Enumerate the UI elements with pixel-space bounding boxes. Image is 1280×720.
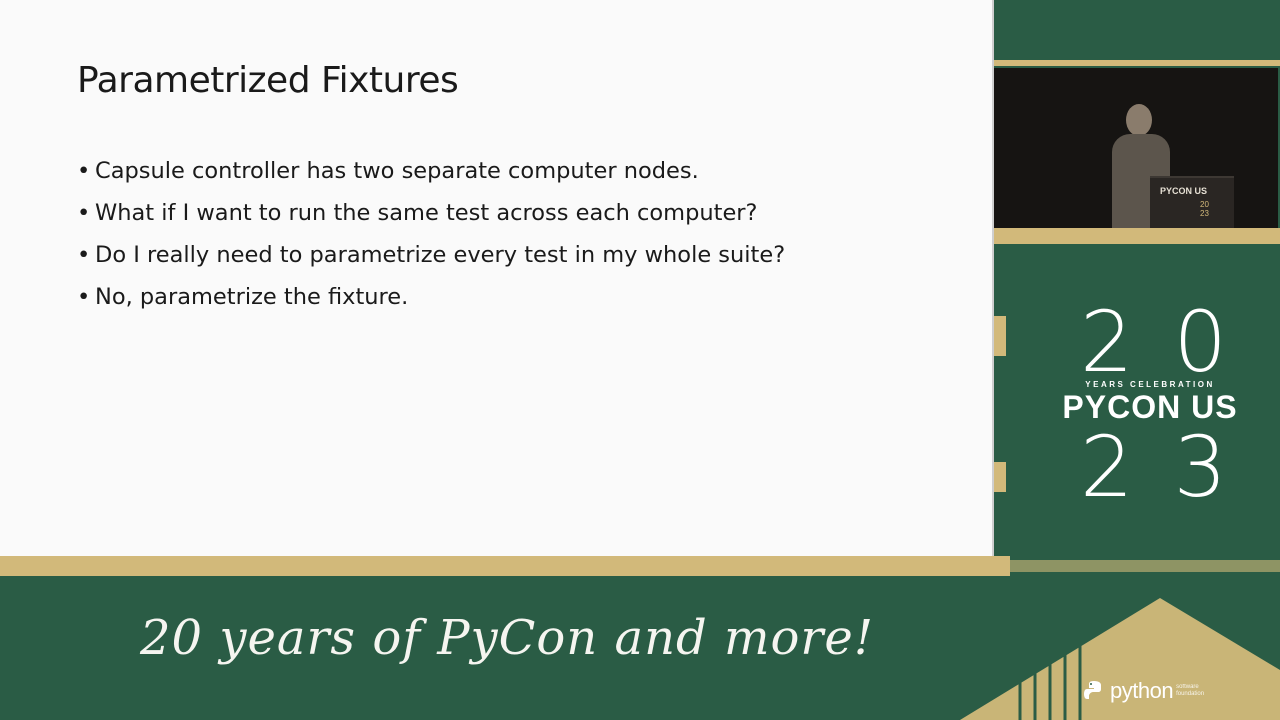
presentation-slide: Parametrized Fixtures • Capsule controlle…: [0, 0, 994, 556]
pycon-brand: 20 YEARS CELEBRATION PYCON US 23: [1050, 300, 1250, 509]
gold-stripe-side: [994, 316, 1006, 356]
python-logo: python software foundation: [1082, 678, 1216, 704]
brand-year-top: 20: [1080, 293, 1267, 391]
gold-stripe-under-video: [994, 228, 1280, 244]
python-tagline: software foundation: [1176, 684, 1205, 697]
tagline: 20 years of PyCon and more!: [140, 610, 875, 666]
speaker-video: PYCON US 20 23: [994, 68, 1278, 228]
bullet-icon: •: [77, 200, 91, 226]
podium-year: 20 23: [1200, 200, 1209, 218]
podium: PYCON US 20 23: [1150, 176, 1234, 228]
gold-stripe-side-2: [994, 462, 1006, 492]
bullet-list: • Capsule controller has two separate com…: [77, 150, 785, 318]
python-wordmark: python: [1110, 678, 1174, 703]
bullet-item: • Capsule controller has two separate com…: [77, 150, 785, 192]
speaker-head: [1126, 104, 1152, 136]
bullet-text: What if I want to run the same test acro…: [95, 200, 758, 226]
brand-year-bottom: 23: [1080, 418, 1267, 516]
gold-stripe-top: [994, 60, 1280, 66]
python-snake-icon: [1084, 681, 1101, 699]
bullet-text: Capsule controller has two separate comp…: [95, 158, 699, 184]
bullet-icon: •: [77, 284, 91, 310]
podium-year-bottom: 23: [1200, 209, 1209, 218]
bullet-item: • No, parametrize the fixture.: [77, 276, 785, 318]
gold-band-right-bottom: [1010, 560, 1280, 572]
bullet-text: Do I really need to parametrize every te…: [95, 242, 786, 268]
podium-year-top: 20: [1200, 200, 1209, 209]
podium-logo: PYCON US: [1160, 186, 1208, 196]
bullet-item: • Do I really need to parametrize every t…: [77, 234, 785, 276]
slide-title: Parametrized Fixtures: [77, 60, 459, 101]
bullet-icon: •: [77, 242, 91, 268]
bullet-text: No, parametrize the fixture.: [95, 284, 409, 310]
gold-band-bottom: [0, 556, 1010, 576]
bullet-icon: •: [77, 158, 91, 184]
bullet-item: • What if I want to run the same test acr…: [77, 192, 785, 234]
